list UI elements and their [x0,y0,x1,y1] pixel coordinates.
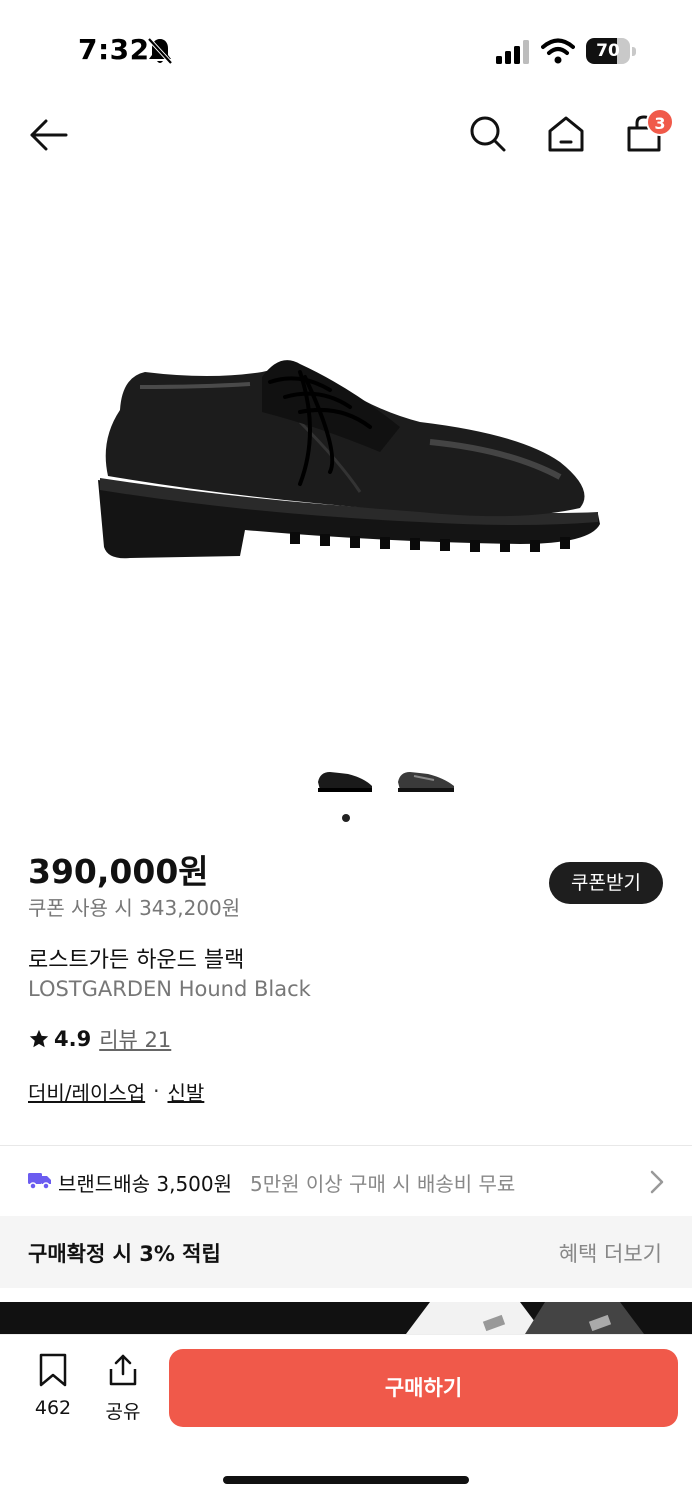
truck-icon [28,1173,51,1190]
share-button[interactable]: 공유 [96,1353,150,1427]
home-indicator [223,1476,469,1484]
bell-off-icon [147,37,173,65]
star-icon [29,1029,49,1048]
bookmark-button[interactable]: 462 [26,1353,80,1427]
product-image[interactable] [0,172,692,752]
category-link-shoes[interactable]: 신발 [168,1077,205,1106]
thumbnail-1[interactable] [314,760,378,800]
top-nav [0,100,692,170]
get-coupon-button[interactable]: 쿠폰받기 [549,862,663,904]
status-bar: 7:32 70 [0,0,692,100]
image-thumbnails [0,760,692,800]
benefit-row: 구매확정 시 3% 적립 혜택 더보기 [0,1216,692,1288]
share-label: 공유 [105,1401,141,1423]
rating-value: 4.9 [54,1027,92,1051]
status-time: 7:32 [78,33,150,66]
shipping-fee: 브랜드배송 3,500원 [58,1172,233,1196]
cart-count-badge: 3 [646,108,674,136]
coupon-price: 쿠폰 사용 시 343,200원 [28,896,241,920]
thumbnail-2[interactable] [394,760,458,800]
category-separator: · [153,1079,160,1103]
buy-button[interactable]: 구매하기 [169,1349,678,1427]
category-link-derby[interactable]: 더비/레이스업 [28,1077,145,1106]
search-icon[interactable] [466,112,510,156]
category-breadcrumb: 더비/레이스업 · 신발 [28,1076,204,1106]
share-icon [109,1354,137,1386]
home-icon[interactable] [544,112,588,156]
bookmark-icon [39,1353,67,1387]
review-link[interactable]: 리뷰 21 [99,1024,171,1054]
product-name-korean: 로스트가든 하운드 블랙 [28,948,245,973]
chevron-right-icon [650,1170,664,1194]
shipping-note: 5만원 이상 구매 시 배송비 무료 [250,1172,516,1196]
battery-level: 70 [596,41,620,61]
battery-icon: 70 [586,38,636,64]
benefit-label: 구매확정 시 3% 적립 [28,1242,221,1266]
product-name-english: LOSTGARDEN Hound Black [28,977,311,1001]
wifi-icon [541,38,575,64]
product-price: 390,000원 [28,852,209,891]
rating-row: 4.9 리뷰 21 [28,1024,171,1054]
benefit-more-link[interactable]: 혜택 더보기 [559,1238,662,1268]
shipping-row[interactable]: 브랜드배송 3,500원 5만원 이상 구매 시 배송비 무료 [0,1146,692,1216]
back-arrow-icon[interactable] [26,112,72,158]
signal-icon [496,40,529,64]
bookmark-count: 462 [34,1397,72,1419]
carousel-indicator [342,814,350,822]
